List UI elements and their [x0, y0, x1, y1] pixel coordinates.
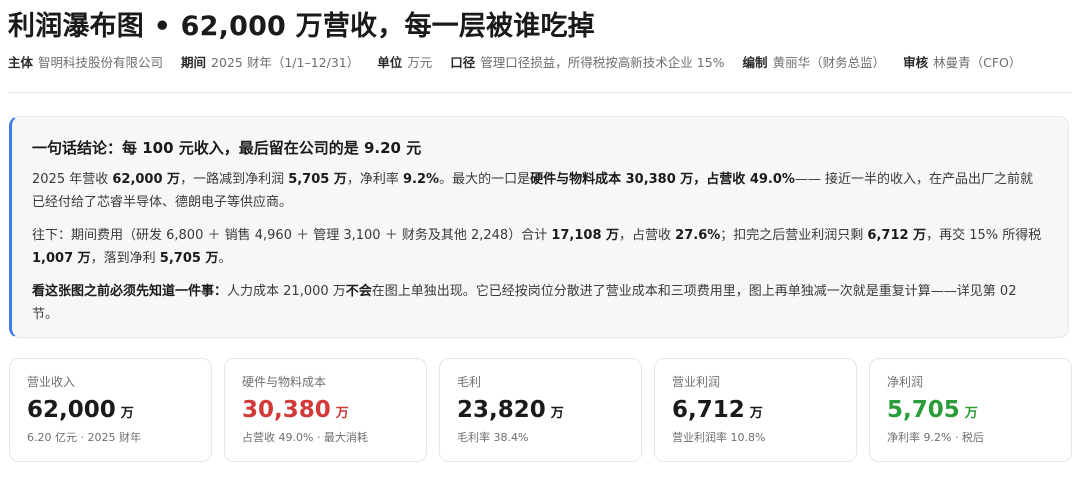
summary-paragraph-3: 看这张图之前必须先知道一件事：人力成本 21,000 万不会在图上单独出现。它已… — [32, 280, 1046, 326]
kpi-value: 30,380 — [242, 397, 331, 423]
body-text: 。 — [218, 251, 232, 266]
meta-key: 口径 — [450, 55, 476, 70]
meta-value: 林曼青（CFO） — [933, 55, 1022, 70]
emphasis-text: 5,705 万 — [288, 172, 347, 187]
body-text: ，再交 15% 所得税 — [926, 228, 1042, 243]
meta-value: 万元 — [407, 55, 433, 70]
body-text: ，落到净利 — [90, 251, 160, 266]
meta-unit: 单位 万元 — [377, 52, 432, 71]
meta-period: 期间 2025 财年（1/1–12/31） — [181, 52, 359, 71]
body-text: ，净利率 — [346, 172, 403, 187]
meta-value: 管理口径损益，所得税按高新技术企业 15% — [480, 55, 725, 70]
emphasis-text: 5,705 万 — [159, 251, 219, 266]
kpi-card-revenue: 营业收入 62,000 万 6.20 亿元 · 2025 财年 — [9, 358, 212, 462]
emphasis-text: 62,000 万 — [112, 172, 181, 187]
meta-value: 黄丽华（财务总监） — [772, 55, 886, 70]
body-text: 2025 年营收 — [32, 172, 113, 187]
kpi-card-operating-profit: 营业利润 6,712 万 营业利润率 10.8% — [654, 358, 857, 462]
kpi-cards: 营业收入 62,000 万 6.20 亿元 · 2025 财年 硬件与物料成本 … — [9, 358, 1073, 462]
kpi-value: 23,820 — [457, 397, 546, 423]
kpi-unit: 万 — [749, 406, 763, 421]
kpi-value-row: 23,820 万 — [457, 397, 641, 423]
kpi-card-net-profit: 净利润 5,705 万 净利率 9.2% · 税后 — [869, 358, 1072, 462]
kpi-value-row: 30,380 万 — [242, 397, 426, 423]
kpi-label: 营业收入 — [27, 375, 76, 389]
kpi-card-material-cost: 硬件与物料成本 30,380 万 占营收 49.0% · 最大消耗 — [224, 358, 427, 462]
meta-value: 智明科技股份有限公司 — [38, 55, 164, 70]
body-text: 人力成本 21,000 万 — [227, 284, 346, 299]
kpi-subtext: 营业利润率 10.8% — [672, 431, 766, 444]
kpi-value-row: 5,705 万 — [887, 397, 1071, 423]
meta-key: 编制 — [742, 55, 768, 70]
kpi-subtext: 占营收 49.0% · 最大消耗 — [242, 431, 368, 444]
page-title: 利润瀑布图 • 62,000 万营收，每一层被谁吃掉 — [8, 11, 595, 42]
emphasis-text: 硬件与物料成本 30,380 万，占营收 49.0% — [530, 172, 795, 187]
kpi-label: 毛利 — [457, 375, 482, 389]
emphasis-text: 1,007 万 — [32, 251, 91, 266]
kpi-value: 5,705 — [887, 397, 960, 423]
meta-key: 审核 — [903, 55, 929, 70]
meta-bar: 主体 智明科技股份有限公司 期间 2025 财年（1/1–12/31） 单位 万… — [8, 52, 1021, 71]
kpi-label: 硬件与物料成本 — [242, 375, 327, 389]
header-divider — [8, 92, 1072, 93]
summary-paragraph-1: 2025 年营收 62,000 万，一路减到净利润 5,705 万，净利率 9.… — [32, 168, 1046, 214]
kpi-unit: 万 — [120, 406, 134, 421]
body-text: 。最大的一口是 — [439, 172, 531, 187]
body-text: ，占营收 — [619, 228, 676, 243]
kpi-unit: 万 — [964, 406, 978, 421]
emphasis-text: 27.6% — [675, 228, 721, 243]
meta-value: 2025 财年（1/1–12/31） — [211, 55, 360, 70]
kpi-subtext: 毛利率 38.4% — [457, 431, 529, 444]
kpi-label: 营业利润 — [672, 375, 721, 389]
meta-entity: 主体 智明科技股份有限公司 — [8, 52, 163, 71]
emphasis-text: 6,712 万 — [867, 228, 927, 243]
meta-key: 单位 — [377, 55, 403, 70]
kpi-value: 62,000 — [27, 397, 116, 423]
kpi-unit: 万 — [335, 406, 349, 421]
body-text: 往下：期间费用（研发 6,800 ＋ 销售 4,960 ＋ 管理 3,100 ＋… — [32, 228, 552, 243]
emphasis-text: 不会 — [345, 284, 372, 299]
kpi-unit: 万 — [550, 406, 564, 421]
emphasis-text: 9.2% — [403, 172, 440, 187]
kpi-value-row: 62,000 万 — [27, 397, 211, 423]
kpi-card-gross-profit: 毛利 23,820 万 毛利率 38.4% — [439, 358, 642, 462]
summary-heading: 一句话结论：每 100 元收入，最后留在公司的是 9.20 元 — [32, 139, 422, 157]
emphasis-text: 17,108 万 — [551, 228, 620, 243]
kpi-subtext: 净利率 9.2% · 税后 — [887, 431, 984, 444]
emphasis-text: 看这张图之前必须先知道一件事： — [32, 284, 228, 299]
meta-reviewer: 审核 林曼青（CFO） — [903, 52, 1021, 71]
summary-paragraph-2: 往下：期间费用（研发 6,800 ＋ 销售 4,960 ＋ 管理 3,100 ＋… — [32, 224, 1046, 270]
kpi-value: 6,712 — [672, 397, 745, 423]
summary-callout: 一句话结论：每 100 元收入，最后留在公司的是 9.20 元 2025 年营收… — [9, 116, 1069, 338]
kpi-value-row: 6,712 万 — [672, 397, 856, 423]
meta-key: 主体 — [8, 55, 34, 70]
meta-author: 编制 黄丽华（财务总监） — [743, 52, 886, 71]
meta-basis: 口径 管理口径损益，所得税按高新技术企业 15% — [450, 52, 724, 71]
kpi-subtext: 6.20 亿元 · 2025 财年 — [27, 431, 141, 444]
meta-key: 期间 — [181, 55, 207, 70]
kpi-label: 净利润 — [887, 375, 924, 389]
body-text: ；扣完之后营业利润只剩 — [720, 228, 868, 243]
body-text: ，一路减到净利润 — [180, 172, 289, 187]
